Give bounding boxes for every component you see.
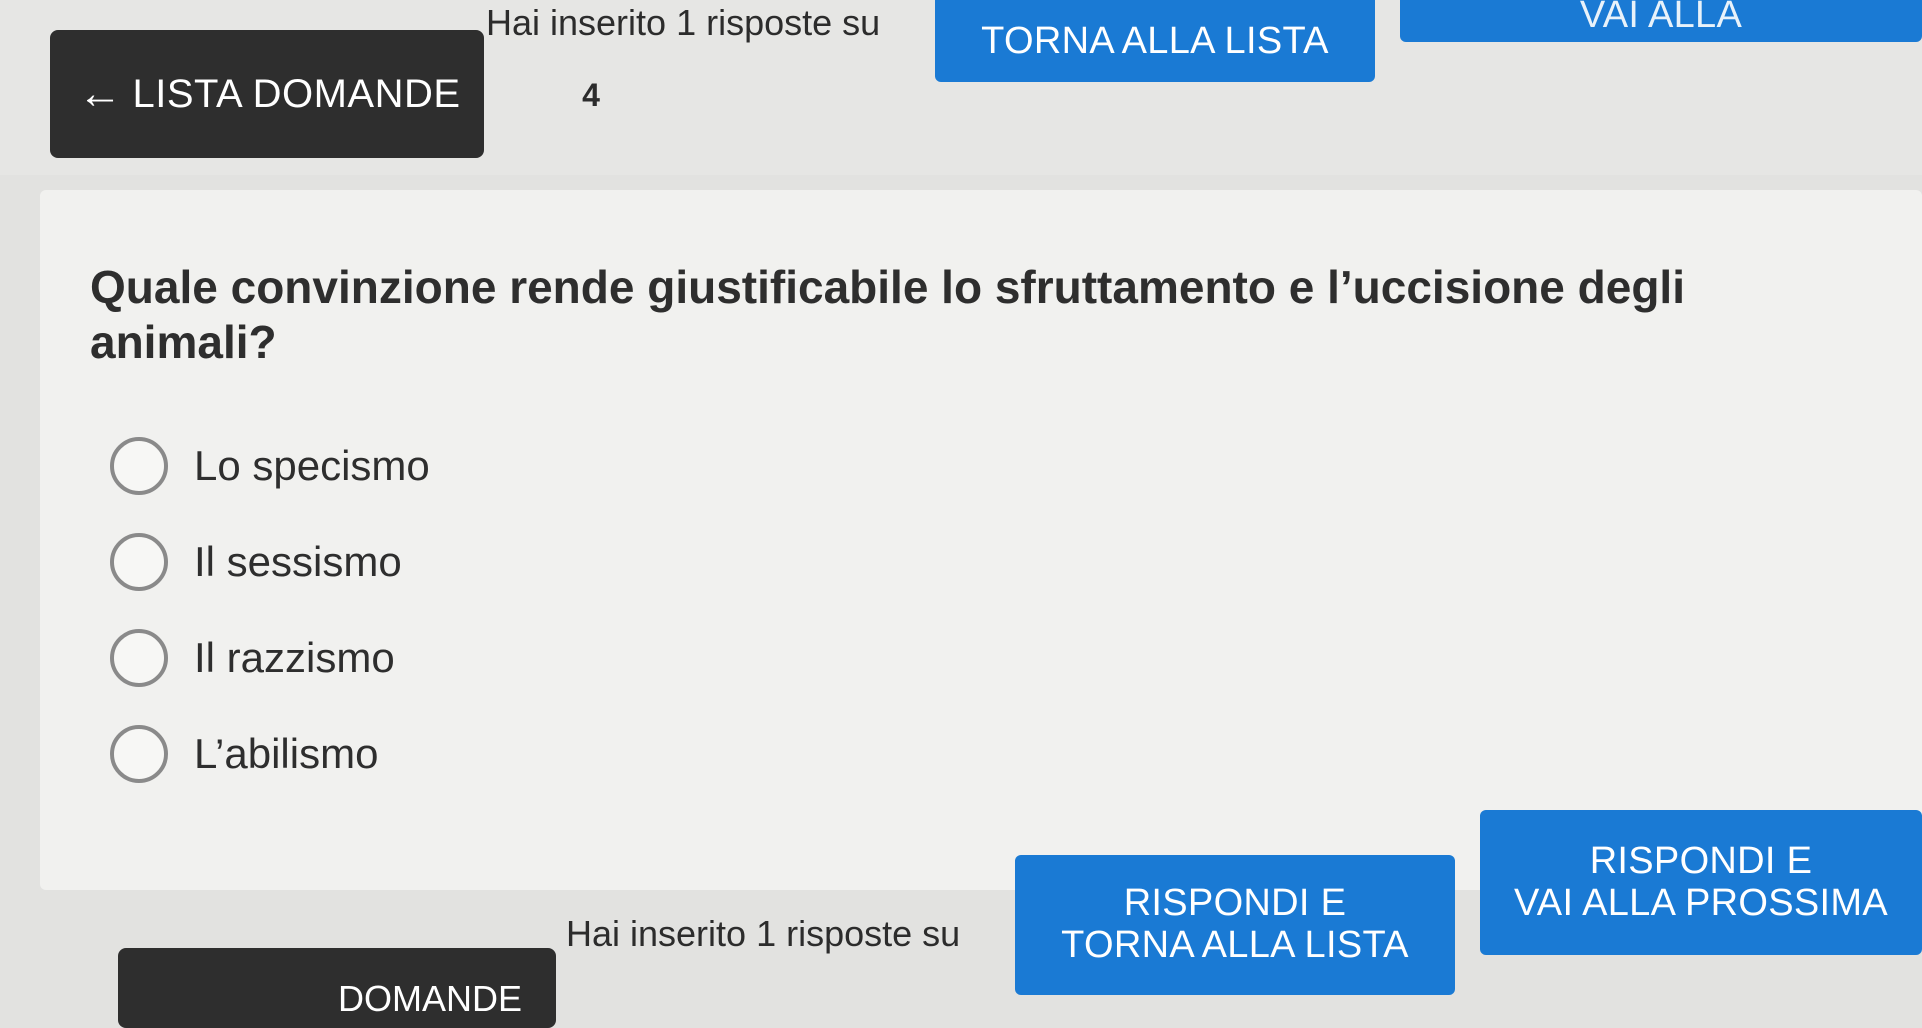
answer-options: Lo specismo Il sessismo Il razzismo L’ab… — [110, 418, 430, 802]
option-label: Il razzismo — [194, 634, 395, 681]
back-button-label: LISTA DOMANDE — [132, 71, 461, 116]
answer-and-next-line2: VAI ALLA PROSSIMA — [1513, 881, 1888, 924]
option-abilismo[interactable]: L’abilismo — [110, 706, 430, 802]
option-razzismo[interactable]: Il razzismo — [110, 610, 430, 706]
go-to-next-label: VAI ALLA — [1579, 0, 1743, 37]
bottom-back-button-label: DOMANDE — [338, 978, 523, 1019]
radio-circle-icon[interactable] — [110, 437, 168, 495]
option-label: Il sessismo — [194, 538, 402, 585]
arrow-left-icon: ← — [78, 69, 123, 118]
back-to-questions-button[interactable]: ← LISTA DOMANDE — [50, 30, 484, 158]
answer-and-next-line1: RISPONDI E — [1589, 839, 1813, 882]
radio-circle-icon[interactable] — [110, 533, 168, 591]
bottom-answered-count: Hai inserito 1 risposte su — [566, 912, 1006, 955]
answer-and-next-button[interactable]: RISPONDI E VAI ALLA PROSSIMA — [1480, 810, 1922, 955]
bottom-back-to-questions-button[interactable]: DOMANDE — [118, 948, 556, 1028]
option-label: Lo specismo — [194, 442, 430, 489]
question-card: Quale convinzione rende giustificabile l… — [40, 190, 1922, 890]
answered-count-text: Hai inserito 1 risposte su — [486, 2, 881, 43]
answer-and-return-line1: RISPONDI E — [1123, 882, 1347, 925]
answer-and-return-line2: TORNA ALLA LISTA — [1061, 924, 1409, 966]
radio-circle-icon[interactable] — [110, 725, 168, 783]
answered-count-total: 4 — [582, 77, 600, 113]
question-text: Quale convinzione rende giustificabile l… — [90, 261, 1685, 369]
radio-circle-icon[interactable] — [110, 629, 168, 687]
answer-and-return-button[interactable]: RISPONDI E TORNA ALLA LISTA — [1015, 855, 1455, 995]
go-to-next-button[interactable]: VAI ALLA — [1400, 0, 1922, 42]
option-specismo[interactable]: Lo specismo — [110, 418, 430, 514]
top-bar: ← LISTA DOMANDE Hai inserito 1 risposte … — [0, 0, 1922, 175]
bottom-answered-count-text: Hai inserito 1 risposte su — [566, 913, 961, 954]
return-to-list-button[interactable]: TORNA ALLA LISTA — [935, 0, 1375, 82]
answered-count: Hai inserito 1 risposte su 4 — [486, 0, 906, 115]
option-label: L’abilismo — [194, 730, 379, 777]
return-to-list-label: TORNA ALLA LISTA — [981, 20, 1329, 63]
option-sessismo[interactable]: Il sessismo — [110, 514, 430, 610]
